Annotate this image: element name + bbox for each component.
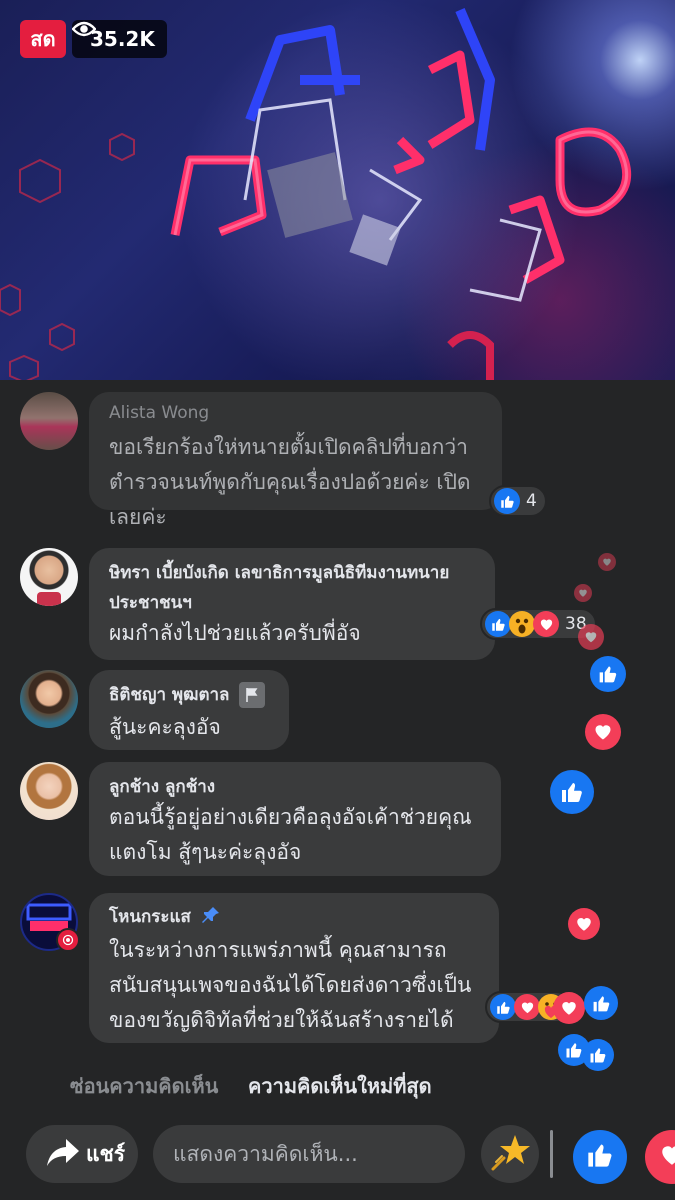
live-video[interactable]: สด 35.2K: [0, 0, 675, 380]
comment-text: สู้นะคะลุงอัจ: [109, 715, 221, 739]
comment-text: ผมกำลังไปช่วยแล้วครับพี่อัจ: [109, 621, 361, 645]
live-indicator-icon: [56, 928, 80, 952]
floating-like-icon: [550, 770, 594, 814]
comment-text: สนับสนุนเพจของฉันได้โดยส่งดาวซึ่งเป็น: [109, 973, 472, 997]
share-button[interactable]: แชร์: [26, 1125, 138, 1183]
viewer-count-badge: 35.2K: [72, 20, 167, 58]
comment-input[interactable]: [153, 1125, 465, 1183]
heart-icon: [514, 994, 540, 1020]
viewer-count: 35.2K: [90, 27, 155, 51]
reaction-summary[interactable]: 4: [489, 485, 547, 517]
love-reaction-button[interactable]: [645, 1130, 675, 1184]
comment-bubble: ธิติชญา พุฒตาล สู้นะคะลุงอัจ: [89, 670, 289, 750]
comment-author[interactable]: Alista Wong: [109, 402, 484, 424]
comment-bubble: Alista Wong ขอเรียกร้องให่ทนายตั้มเปิดคล…: [89, 392, 502, 529]
sort-newest-button[interactable]: ความคิดเห็นใหม่ที่สุด: [248, 1070, 432, 1102]
comment-author[interactable]: ธิติชญา พุฒตาล: [109, 684, 229, 706]
floating-heart-icon: [598, 553, 616, 571]
comment-text: ตอนนี้รู้อยู่อย่างเดียวคือลุงอัจเค้าช่วย…: [109, 805, 472, 829]
pin-icon: [201, 905, 221, 929]
avatar[interactable]: [20, 670, 78, 728]
flag-icon: [239, 682, 266, 708]
star-icon: [490, 1132, 530, 1176]
comment-text: เลยค่ะ: [109, 505, 167, 529]
divider: [550, 1130, 553, 1178]
avatar[interactable]: [20, 762, 78, 820]
share-arrow-icon: [46, 1137, 80, 1172]
floating-like-icon: [584, 986, 618, 1020]
avatar[interactable]: [20, 548, 78, 606]
live-badge: สด: [20, 20, 66, 58]
floating-like-icon: [590, 656, 626, 692]
floating-heart-icon: [574, 584, 592, 602]
thumbs-up-icon: [494, 488, 520, 514]
comment-bubble: โหนกระแส ในระหว่างการแพร่ภาพนี้ คุณสามาร…: [89, 893, 499, 1043]
comment-text: ของขวัญดิจิทัลที่ช่วยให้ฉันสร้างรายได้: [109, 1008, 454, 1032]
comment-author[interactable]: ลูกช้าง ลูกช้าง: [109, 776, 483, 798]
comment-text: ตำรวจนนท์พูดกับคุณเรื่องปอด้วยค่ะ เปิด: [109, 470, 471, 494]
floating-heart-icon: [585, 714, 621, 750]
floating-heart-icon: [578, 624, 604, 650]
like-reaction-button[interactable]: [573, 1130, 627, 1184]
comment-bubble: ลูกช้าง ลูกช้าง ตอนนี้รู้อยู่อย่างเดียวค…: [89, 762, 501, 876]
heart-icon: [533, 611, 559, 637]
comment-text: ขอเรียกร้องให่ทนายตั้มเปิดคลิปที่บอกว่า: [109, 435, 468, 459]
floating-heart-icon: [553, 992, 585, 1024]
comment-author[interactable]: ประชาชนฯ: [109, 592, 477, 614]
comment-text: ในระหว่างการแพร่ภาพนี้ คุณสามารถ: [109, 938, 447, 962]
comment-author[interactable]: ษิทรา เบี้ยบังเกิด เลขาธิการมูลนิธิทีมงา…: [109, 562, 477, 584]
comment-sort-bar: ซ่อนความคิดเห็น ความคิดเห็นใหม่ที่สุด: [0, 1070, 675, 1100]
hide-comments-button[interactable]: ซ่อนความคิดเห็น: [70, 1070, 218, 1102]
send-stars-button[interactable]: [481, 1125, 539, 1183]
thumbs-up-icon: [490, 994, 516, 1020]
thumbs-up-icon: [485, 611, 511, 637]
floating-like-icon: [582, 1039, 614, 1071]
comment-author[interactable]: โหนกระแส: [109, 906, 191, 928]
share-label: แชร์: [86, 1141, 126, 1166]
heart-icon: [659, 1142, 675, 1172]
reaction-count: 4: [526, 491, 537, 511]
avatar[interactable]: [20, 392, 78, 450]
floating-heart-icon: [568, 908, 600, 940]
wow-face-icon: [509, 611, 535, 637]
comment-text: แตงโม สู้ๆนะค่ะลุงอัจ: [109, 840, 302, 864]
comment-bubble: ษิทรา เบี้ยบังเกิด เลขาธิการมูลนิธิทีมงา…: [89, 548, 495, 660]
thumbs-up-icon: [586, 1141, 614, 1173]
